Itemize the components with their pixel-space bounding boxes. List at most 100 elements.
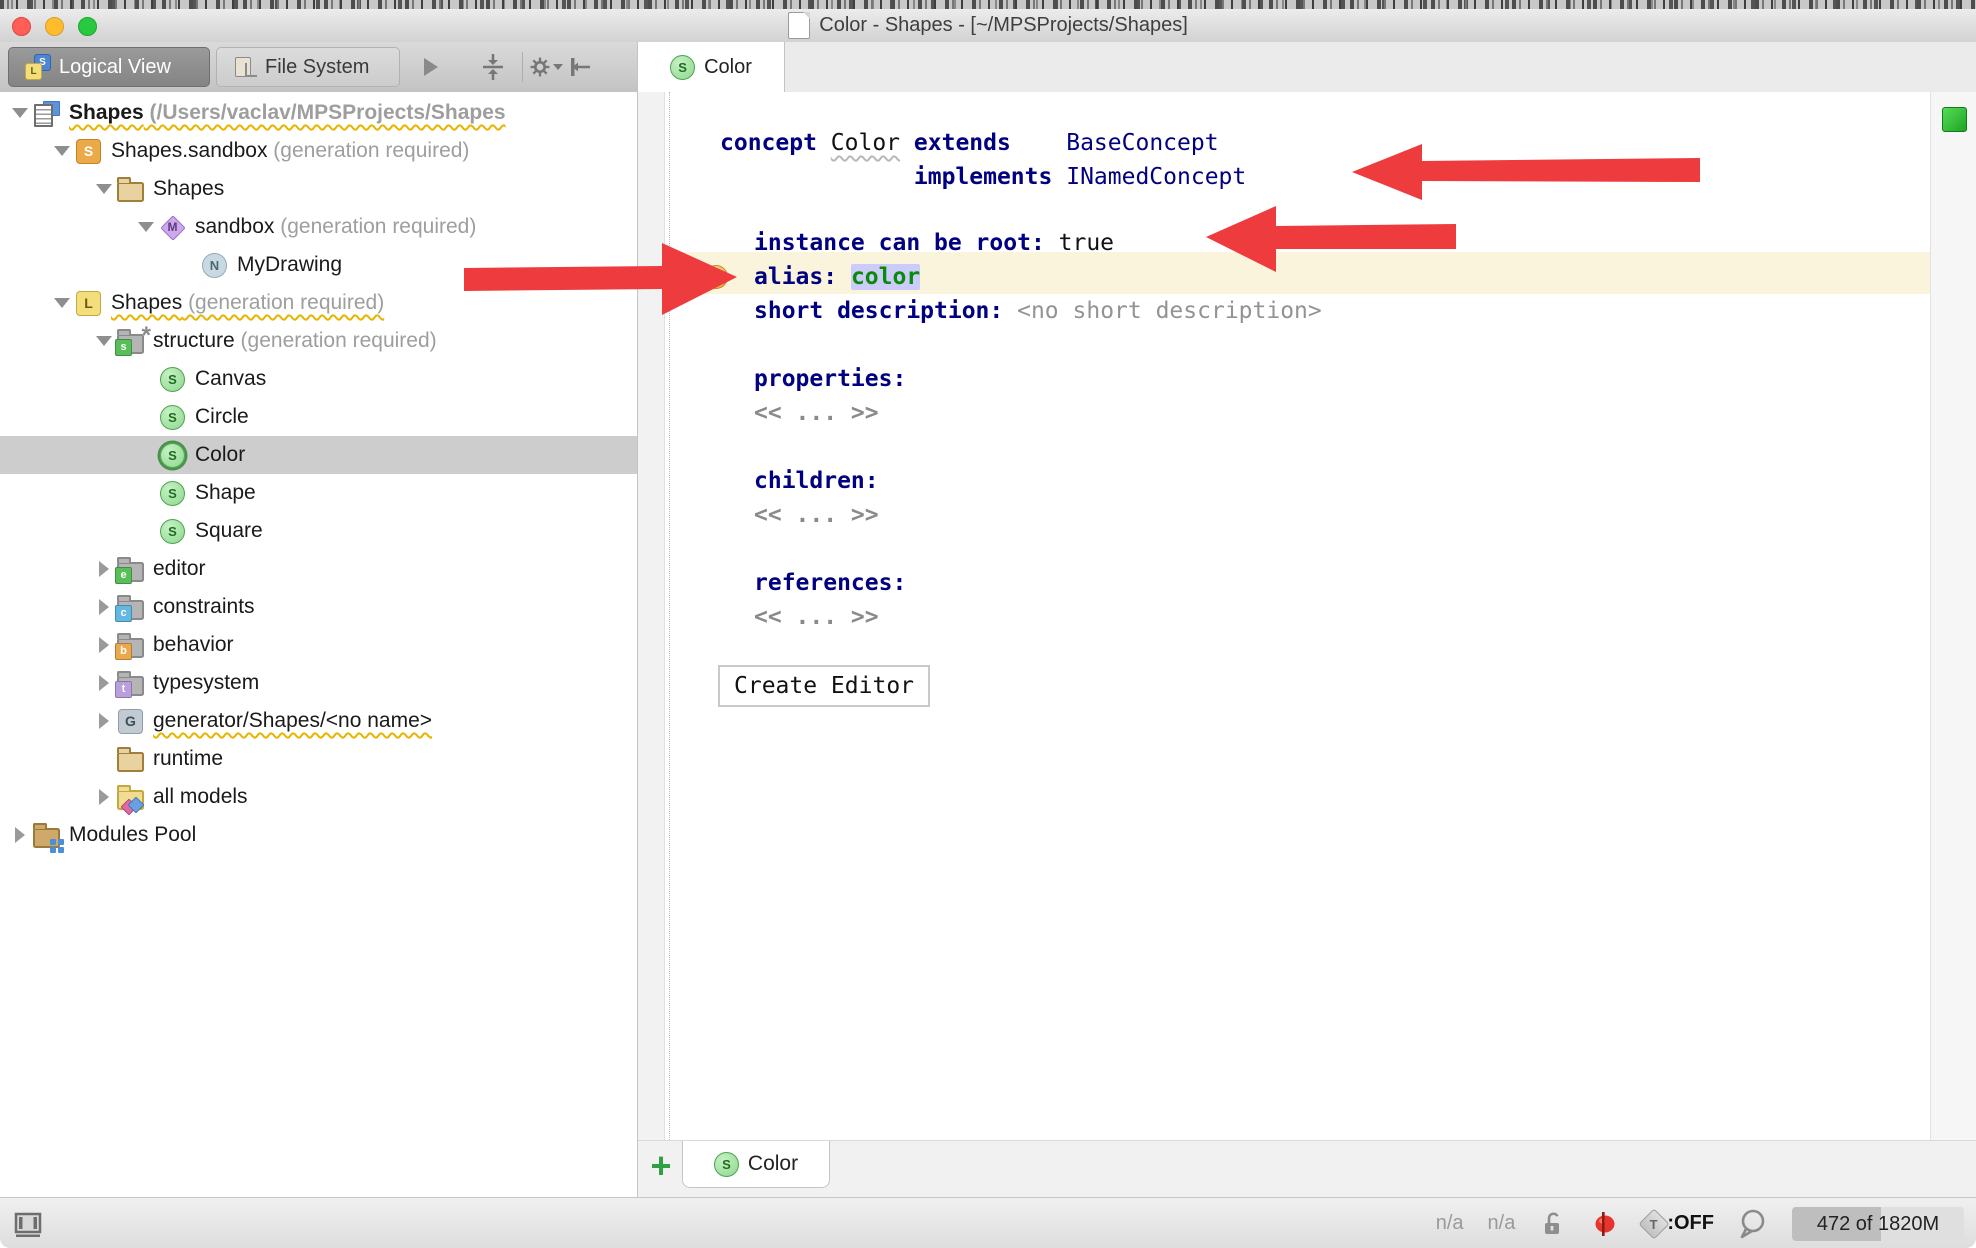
code-line-6[interactable]: << ... >> <box>754 396 879 430</box>
status-model-pointer: n/a <box>1436 1212 1464 1235</box>
create-editor-button[interactable]: Create Editor <box>718 665 930 707</box>
folder-structure-icon: s* <box>117 328 144 355</box>
tree: Shapes (/Users/vaclav/MPSProjects/Shapes… <box>0 94 637 854</box>
toggle-tool-buttons-icon[interactable] <box>12 1208 44 1240</box>
tree-item-label: runtime <box>153 747 223 770</box>
bottom-tab-strip: + S Color <box>638 1140 1976 1197</box>
tree-item-circle[interactable]: SCircle <box>0 398 637 436</box>
collapse-arrow-icon[interactable] <box>94 184 114 194</box>
expand-arrow-icon[interactable] <box>94 599 114 615</box>
tree-item-label: Shapes.sandbox <box>111 139 267 162</box>
notification-bubble-icon[interactable] <box>1738 1208 1768 1240</box>
project-tree-panel[interactable]: Shapes (/Users/vaclav/MPSProjects/Shapes… <box>0 92 638 1197</box>
code-cell-dots: << ... >> <box>754 604 879 630</box>
code-line-1[interactable]: implements INamedConcept <box>720 160 1246 194</box>
circle-n-icon: N <box>201 252 228 279</box>
diamond-m-icon: M <box>159 214 186 241</box>
concept-editor[interactable]: concept Color extends BaseConcept implem… <box>638 92 1976 1197</box>
tree-item-mydrawing[interactable]: NMyDrawing <box>0 246 637 284</box>
file-system-icon <box>233 55 257 79</box>
collapse-arrow-icon[interactable] <box>52 298 72 308</box>
collapse-arrow-icon[interactable] <box>136 222 156 232</box>
code-cell-pl <box>1011 130 1066 156</box>
hide-panel-button[interactable] <box>563 50 597 84</box>
tree-item-generator-shapes-no-name[interactable]: Ggenerator/Shapes/<no name> <box>0 702 637 740</box>
code-line-0[interactable]: concept Color extends BaseConcept <box>720 126 1219 160</box>
memory-indicator-label: 472 of 1820M <box>1792 1207 1964 1241</box>
tree-item-constraints[interactable]: cconstraints <box>0 588 637 626</box>
collapse-arrow-icon[interactable] <box>10 108 30 118</box>
tree-item-suffix: (generation required) <box>267 139 469 162</box>
clipped-background-window-strip <box>0 0 1976 9</box>
expand-arrow-icon[interactable] <box>94 713 114 729</box>
tree-item-all-models[interactable]: all models <box>0 778 637 816</box>
tree-item-typesystem[interactable]: ttypesystem <box>0 664 637 702</box>
tree-item-color[interactable]: SColor <box>0 436 637 474</box>
concept-icon: S <box>159 518 186 545</box>
code-line-5[interactable]: properties: <box>754 362 906 396</box>
collapse-all-button[interactable] <box>476 50 510 84</box>
window-title-wrap: Color - Shapes - [~/MPSProjects/Shapes] <box>0 9 1976 42</box>
tree-item-shapes-sandbox[interactable]: SShapes.sandbox (generation required) <box>0 132 637 170</box>
status-bar: n/a n/a T :OFF 472 of 1820 <box>0 1197 1976 1248</box>
logical-view-icon: SL <box>25 54 51 80</box>
intention-bulb-icon[interactable] <box>704 265 728 289</box>
error-stripe <box>1930 92 1976 1140</box>
editor-tab-color[interactable]: S Color <box>637 42 785 92</box>
inspection-status-indicator[interactable] <box>1942 107 1967 132</box>
tree-item-structure[interactable]: s*structure (generation required) <box>0 322 637 360</box>
tree-item-label: Shape <box>195 481 256 504</box>
settings-button[interactable] <box>529 50 563 84</box>
tree-item-editor[interactable]: eeditor <box>0 550 637 588</box>
code-line-7[interactable]: children: <box>754 464 879 498</box>
folder-models-icon <box>117 784 144 811</box>
logical-view-tab[interactable]: SL Logical View <box>8 47 210 87</box>
tree-item-label: editor <box>153 557 206 580</box>
bottom-tab-color[interactable]: S Color <box>682 1141 830 1188</box>
concept-icon: S <box>159 366 186 393</box>
migration-alert-icon[interactable] <box>1589 1209 1619 1239</box>
tree-item-label: sandbox <box>195 215 274 238</box>
tree-item-behavior[interactable]: bbehavior <box>0 626 637 664</box>
expand-arrow-icon[interactable] <box>94 675 114 691</box>
tree-item-square[interactable]: SSquare <box>0 512 637 550</box>
add-tab-button[interactable]: + <box>644 1149 678 1185</box>
tree-item-shapes[interactable]: Shapes <box>0 170 637 208</box>
code-line-2[interactable]: instance can be root: true <box>754 226 1114 260</box>
project-icon <box>33 100 60 127</box>
memory-indicator[interactable]: 472 of 1820M <box>1792 1207 1964 1241</box>
tree-item-label: typesystem <box>153 671 259 694</box>
code-cell-ref: BaseConcept <box>1066 130 1218 156</box>
tree-item-label: Modules Pool <box>69 823 196 846</box>
concept-icon: S <box>714 1152 739 1177</box>
tree-item-shapes[interactable]: LShapes (generation required) <box>0 284 637 322</box>
code-cell-ref: INamedConcept <box>1066 164 1246 190</box>
tree-item-shapes[interactable]: Shapes (/Users/vaclav/MPSProjects/Shapes <box>0 94 637 132</box>
expand-arrow-icon[interactable] <box>94 637 114 653</box>
expand-arrow-icon[interactable] <box>94 561 114 577</box>
code-line-9[interactable]: references: <box>754 566 906 600</box>
expand-arrow-icon[interactable] <box>94 789 114 805</box>
collapse-arrow-icon[interactable] <box>52 146 72 156</box>
code-line-10[interactable]: << ... >> <box>754 600 879 634</box>
tree-item-canvas[interactable]: SCanvas <box>0 360 637 398</box>
tree-item-shape[interactable]: SShape <box>0 474 637 512</box>
typesystem-toggle[interactable]: T :OFF <box>1643 1212 1714 1235</box>
collapse-arrow-icon[interactable] <box>94 336 114 346</box>
unlocked-padlock-icon[interactable] <box>1539 1210 1565 1238</box>
code-cell-pl <box>837 264 851 290</box>
typesystem-icon: T <box>1639 1208 1670 1239</box>
file-system-tab[interactable]: File System <box>216 47 400 87</box>
play-button[interactable] <box>414 50 448 84</box>
code-line-8[interactable]: << ... >> <box>754 498 879 532</box>
code-cell-pl <box>817 130 831 156</box>
code-line-3[interactable]: alias: color <box>754 260 920 294</box>
code-cell-kw: implements <box>914 164 1052 190</box>
tree-item-runtime[interactable]: runtime <box>0 740 637 778</box>
tree-item-modules-pool[interactable]: Modules Pool <box>0 816 637 854</box>
code-line-4[interactable]: short description: <no short description… <box>754 294 1322 328</box>
tree-item-sandbox[interactable]: Msandbox (generation required) <box>0 208 637 246</box>
code-cell-pl <box>720 164 914 190</box>
expand-arrow-icon[interactable] <box>10 827 30 843</box>
file-system-label: File System <box>265 56 369 79</box>
